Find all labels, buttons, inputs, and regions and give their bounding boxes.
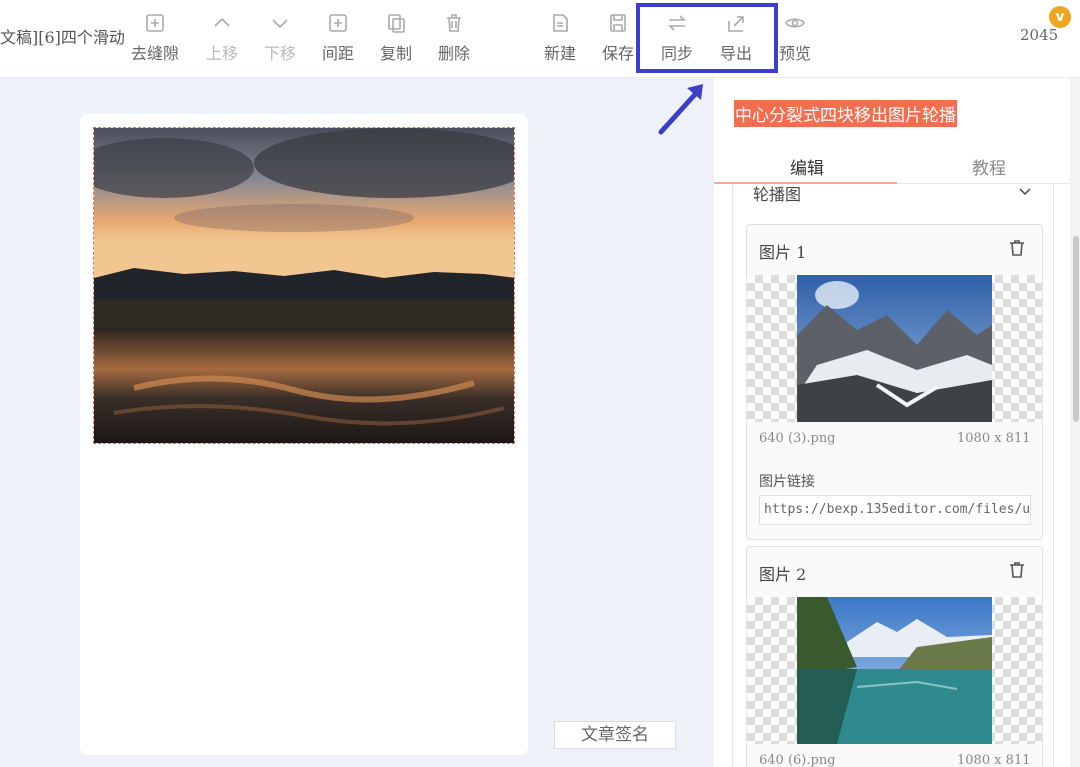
- annotation-arrow-icon: [658, 84, 703, 135]
- image-link-input[interactable]: https://bexp.135editor.com/files/users/: [759, 495, 1031, 525]
- delete-label: 删除: [437, 44, 470, 63]
- copy-button[interactable]: 复制: [366, 12, 426, 64]
- template-name: 中心分裂式四块移出图片轮播: [734, 100, 957, 127]
- image-preview[interactable]: [747, 275, 1042, 422]
- image-card: 图片 2 640 (6).png 1080 x 811: [746, 546, 1043, 767]
- move-down-label: 下移: [263, 44, 296, 63]
- plus-square-icon: [125, 12, 185, 36]
- move-down-button[interactable]: 下移: [250, 12, 310, 64]
- file-dimensions: 1080 x 811: [957, 431, 1031, 446]
- trash-icon[interactable]: [1007, 560, 1027, 580]
- spacing-button[interactable]: 间距: [308, 12, 368, 64]
- chevron-down-icon: [250, 12, 310, 36]
- vip-badge[interactable]: v: [1049, 6, 1071, 28]
- remove-gap-label: 去缝隙: [130, 44, 179, 63]
- preview-photo-glacier: [797, 275, 992, 422]
- file-name: 640 (3).png: [759, 431, 836, 446]
- delete-button[interactable]: 删除: [424, 12, 484, 64]
- panel-scrollbar-track[interactable]: [1070, 78, 1080, 767]
- top-toolbar: 文稿][6]四个滑动 去缝隙 上移 下移 间距 复制 删除 新建 保存 同步 导…: [0, 0, 1080, 78]
- trash-icon: [424, 12, 484, 36]
- move-up-button[interactable]: 上移: [192, 12, 252, 64]
- version-number: 2045: [1020, 26, 1059, 44]
- carousel-photo-sunset[interactable]: [93, 127, 515, 444]
- new-button[interactable]: 新建: [530, 12, 590, 64]
- file-dimensions: 1080 x 811: [957, 753, 1031, 767]
- image-link-label: 图片链接: [759, 474, 815, 490]
- image-card: 图片 1 640 (3).png 1080 x 811 图片链接 https:/…: [746, 224, 1043, 540]
- card-title: 图片 1: [759, 243, 807, 262]
- tab-edit[interactable]: 编辑: [790, 154, 824, 179]
- spacing-label: 间距: [321, 44, 354, 63]
- new-label: 新建: [543, 44, 576, 63]
- remove-gap-button[interactable]: 去缝隙: [125, 12, 185, 64]
- new-file-icon: [530, 12, 590, 36]
- section-title: 轮播图: [753, 185, 802, 204]
- article-canvas[interactable]: [80, 114, 528, 755]
- panel-tabs: 编辑 教程: [714, 144, 1080, 184]
- panel-scrollbar-thumb[interactable]: [1073, 236, 1079, 422]
- annotation-highlight-box: [636, 3, 778, 73]
- chevron-down-icon[interactable]: [1017, 184, 1033, 200]
- trash-icon[interactable]: [1007, 238, 1027, 258]
- copy-label: 复制: [379, 44, 412, 63]
- card-title: 图片 2: [759, 565, 807, 584]
- carousel-editor: 轮播图 图片 1 640 (3).png 1080 x 811 图片链接 htt…: [732, 184, 1054, 767]
- file-name: 640 (6).png: [759, 753, 836, 767]
- article-signature-button[interactable]: 文章签名: [554, 721, 676, 749]
- document-title: 文稿][6]四个滑动: [0, 28, 125, 47]
- preview-photo-lake: [797, 597, 992, 744]
- chevron-up-icon: [192, 12, 252, 36]
- plus-square-icon: [308, 12, 368, 36]
- tab-tutorial[interactable]: 教程: [972, 154, 1006, 179]
- image-preview[interactable]: [747, 597, 1042, 744]
- copy-icon: [366, 12, 426, 36]
- move-up-label: 上移: [205, 44, 238, 63]
- right-editor-panel: 中心分裂式四块移出图片轮播 编辑 教程 轮播图 图片 1 640 (3).png…: [714, 78, 1080, 767]
